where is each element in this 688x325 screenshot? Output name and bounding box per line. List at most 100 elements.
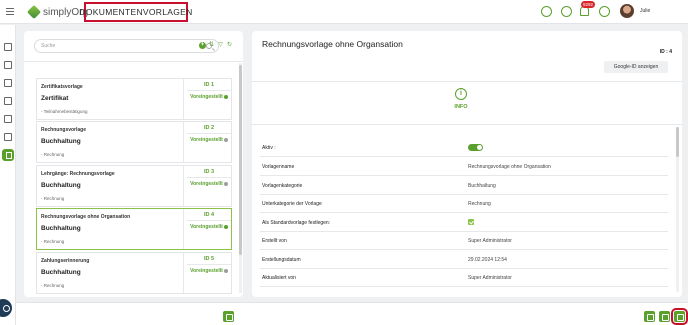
detail-row-aktiv: Aktiv : bbox=[260, 139, 668, 157]
item-state-label: Voreingestellt bbox=[190, 224, 223, 230]
row-value: 29.02.2024 12:54 bbox=[468, 257, 507, 263]
list-item[interactable]: Zertifikatsvorlage Zertifikat - Teilnahm… bbox=[36, 78, 232, 120]
refresh-icon[interactable]: ↻ bbox=[226, 42, 233, 49]
item-category: Buchhaltung bbox=[41, 225, 81, 232]
default-checkbox[interactable] bbox=[468, 219, 474, 225]
detail-divider bbox=[252, 81, 682, 82]
list-icon[interactable] bbox=[4, 97, 12, 105]
item-subcategory: - Rechnung bbox=[41, 152, 65, 157]
grid-icon[interactable] bbox=[4, 43, 12, 51]
sort-icon[interactable]: ⇅ bbox=[208, 42, 215, 49]
row-label: Erstellt von bbox=[262, 238, 287, 244]
item-category: Zertifikat bbox=[41, 95, 69, 102]
row-value: Rechnung bbox=[468, 201, 491, 207]
item-state-label: Voreingestellt bbox=[190, 94, 223, 100]
list-item-selected[interactable]: Rechnungsvorlage ohne Organsation Buchha… bbox=[36, 208, 232, 250]
item-category: Buchhaltung bbox=[41, 138, 81, 145]
item-subcategory: - Rechnung bbox=[41, 196, 65, 201]
row-label: Aktiv : bbox=[262, 145, 276, 151]
row-label: Aktualisiert von bbox=[262, 275, 296, 281]
list-item[interactable]: Zahlungserinnerung Buchhaltung - Rechnun… bbox=[36, 252, 232, 294]
search-input[interactable]: Suche bbox=[34, 39, 219, 53]
detail-row-default: Als Standardvorlage festlegen: bbox=[260, 214, 668, 232]
info-tab-label[interactable]: INFO bbox=[442, 104, 480, 110]
active-toggle[interactable] bbox=[468, 144, 483, 151]
row-value: Super Administrator bbox=[468, 275, 512, 281]
item-state: Voreingestellt bbox=[187, 137, 231, 143]
detail-id: ID : 4 bbox=[659, 49, 672, 55]
template-detail-panel: Rechnungsvorlage ohne Organsation ID : 4… bbox=[252, 31, 682, 297]
item-id: ID 2 bbox=[203, 125, 215, 131]
status-dot-icon bbox=[223, 181, 228, 186]
item-state-label: Voreingestellt bbox=[190, 268, 223, 274]
item-id: ID 3 bbox=[203, 169, 215, 175]
add-icon[interactable]: + bbox=[199, 42, 206, 49]
row-label: Erstellungsdatum bbox=[262, 257, 301, 263]
item-name: Lehrgänge: Rechnungsvorlage bbox=[41, 171, 115, 177]
list-item[interactable]: Rechnungsvorlage Buchhaltung - Rechnung … bbox=[36, 121, 232, 163]
id-divider bbox=[187, 177, 231, 178]
detail-row-updated-by: Aktualisiert von Super Administrator bbox=[260, 269, 668, 287]
item-subcategory: - Rechnung bbox=[41, 239, 65, 244]
user-name[interactable]: Julie bbox=[640, 8, 650, 14]
info-icon[interactable] bbox=[455, 88, 467, 100]
status-dot-icon bbox=[223, 137, 228, 142]
page-title: DOKUMENTENVORLAGEN bbox=[79, 7, 193, 17]
delete-icon[interactable] bbox=[659, 311, 670, 322]
logo-mark bbox=[26, 4, 42, 20]
item-id: ID 5 bbox=[203, 256, 215, 262]
card-divider bbox=[183, 122, 184, 162]
detail-row-created-by: Erstellt von Super Administrator bbox=[260, 232, 668, 250]
item-state-label: Voreingestellt bbox=[190, 137, 223, 143]
item-state: Voreingestellt bbox=[187, 94, 231, 100]
filter-icon[interactable]: ▽ bbox=[217, 42, 224, 49]
row-value: Rechnungsvorlage ohne Organsation bbox=[468, 164, 551, 170]
row-label: Vorlagenname bbox=[262, 164, 295, 170]
row-label: Vorlagenkategorie bbox=[262, 183, 303, 189]
card-divider bbox=[183, 79, 184, 119]
google-icon[interactable] bbox=[671, 308, 688, 325]
item-name: Rechnungsvorlage bbox=[41, 127, 87, 133]
clock-icon[interactable] bbox=[561, 6, 572, 17]
edit-icon[interactable] bbox=[644, 311, 655, 322]
detail-row-created-date: Erstellungsdatum 29.02.2024 12:54 bbox=[260, 251, 668, 269]
item-category: Buchhaltung bbox=[41, 182, 81, 189]
document-icon[interactable] bbox=[2, 149, 14, 161]
detail-row-subcategory: Unterkategorie der Vorlage Rechnung bbox=[260, 195, 668, 213]
list-item[interactable]: Lehrgänge: Rechnungsvorlage Buchhaltung … bbox=[36, 165, 232, 207]
left-rail bbox=[0, 25, 16, 325]
item-name: Zahlungserinnerung bbox=[41, 258, 90, 264]
avatar[interactable] bbox=[620, 4, 634, 18]
page-title-box: DOKUMENTENVORLAGEN bbox=[79, 2, 192, 22]
row-value: Buchhaltung bbox=[468, 183, 496, 189]
item-state: Voreingestellt bbox=[187, 268, 231, 274]
detail-scrollbar-thumb[interactable] bbox=[676, 127, 679, 157]
item-category: Buchhaltung bbox=[41, 269, 81, 276]
lightbulb-icon[interactable] bbox=[541, 6, 552, 17]
card-divider bbox=[183, 253, 184, 293]
template-list-panel: Suche + ⇅ ▽ ↻ Zertifikatsvorlage Zertifi… bbox=[24, 31, 243, 297]
building-icon[interactable] bbox=[4, 79, 12, 87]
item-state-label: Voreingestellt bbox=[190, 181, 223, 187]
frame-icon[interactable] bbox=[4, 133, 12, 141]
menu-icon[interactable] bbox=[6, 8, 14, 15]
google-id-button[interactable]: Google-ID anzeigen bbox=[604, 61, 668, 73]
megaphone-icon[interactable] bbox=[4, 115, 12, 123]
detail-row-name: Vorlagenname Rechnungsvorlage ohne Organ… bbox=[260, 158, 668, 176]
item-subcategory: - Rechnung bbox=[41, 283, 65, 288]
copy-icon[interactable] bbox=[223, 311, 234, 322]
item-name: Rechnungsvorlage ohne Organsation bbox=[41, 214, 131, 220]
card-divider bbox=[183, 209, 184, 249]
footer-bar bbox=[16, 302, 688, 325]
list-scrollbar-thumb[interactable] bbox=[239, 65, 242, 255]
id-divider bbox=[187, 264, 231, 265]
detail-title: Rechnungsvorlage ohne Organsation bbox=[262, 39, 403, 49]
row-label: Unterkategorie der Vorlage bbox=[262, 201, 322, 207]
help-icon[interactable] bbox=[599, 6, 610, 17]
item-name: Zertifikatsvorlage bbox=[41, 84, 83, 90]
book-icon[interactable] bbox=[4, 61, 12, 69]
card-divider bbox=[183, 166, 184, 206]
detail-row-category: Vorlagenkategorie Buchhaltung bbox=[260, 177, 668, 195]
item-state: Voreingestellt bbox=[187, 224, 231, 230]
item-id: ID 4 bbox=[203, 212, 215, 218]
